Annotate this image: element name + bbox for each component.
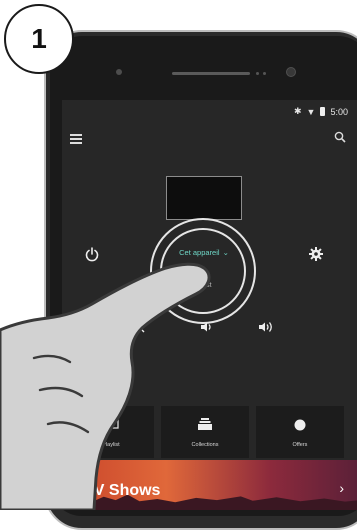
stack-icon [198, 418, 212, 430]
sensor-dot [256, 72, 259, 75]
tile-label: Playlist [102, 442, 120, 448]
banner-title: TV Shows [84, 482, 161, 499]
tile-playlist[interactable]: Playlist [68, 406, 154, 458]
mute-icon[interactable] [133, 321, 145, 333]
chevron-right-icon: › [339, 480, 344, 496]
app-bar [62, 124, 357, 154]
status-time: 5:00 [330, 106, 348, 117]
tile-collections[interactable]: Collections [161, 406, 249, 458]
cast-row[interactable]: Broadcast [166, 282, 246, 289]
step-number: 1 [31, 23, 47, 54]
gear-icon[interactable] [308, 246, 324, 262]
tile-label: Collections [191, 442, 219, 448]
proximity-sensor [116, 69, 122, 75]
device-selector-label: Cet appareil [179, 248, 220, 257]
tap-highlight-ring-inner [160, 228, 246, 314]
tv-preview[interactable] [166, 176, 242, 220]
menu-icon[interactable] [70, 134, 82, 146]
front-camera [286, 67, 296, 77]
tile-offers[interactable]: Offers [256, 406, 344, 458]
tv-icon [103, 418, 119, 429]
earpiece-speaker [172, 72, 250, 75]
volume-up-icon[interactable] [258, 321, 274, 333]
power-icon[interactable] [84, 246, 100, 262]
tv-shows-banner[interactable]: TV Shows › [62, 460, 357, 510]
volume-down-icon[interactable] [200, 321, 214, 333]
wifi-icon: ▼ [306, 106, 316, 117]
chevron-down-icon: ⌄ [222, 248, 229, 257]
sensor-dot [263, 72, 266, 75]
step-number-badge: 1 [4, 4, 74, 74]
tile-label: Offers [292, 442, 308, 448]
cast-label: Broadcast [180, 282, 212, 289]
cast-icon [166, 282, 176, 289]
battery-icon [320, 107, 326, 116]
badge-icon [294, 419, 306, 431]
bluetooth-icon: ✱ [294, 106, 302, 116]
search-icon[interactable] [334, 131, 346, 143]
device-selector[interactable]: Cet appareil ⌄ [166, 248, 242, 257]
status-bar: ✱ ▼ 5:00 [62, 100, 357, 120]
